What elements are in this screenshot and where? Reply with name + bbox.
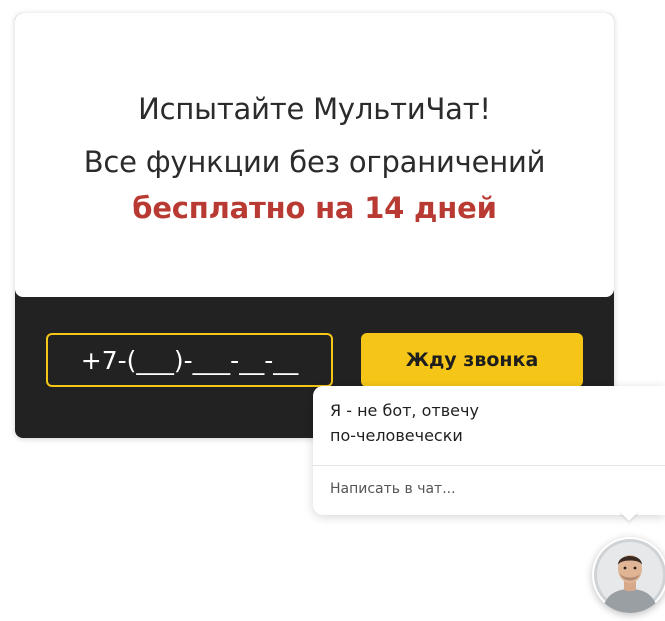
chat-reply-prompt[interactable]: Написать в чат... xyxy=(330,481,456,497)
promo-header: Испытайте МультиЧат! Все функции без огр… xyxy=(15,13,614,297)
chat-message-line-2: по-человечески xyxy=(330,426,463,445)
headline-line-1: Испытайте МультиЧат! xyxy=(138,92,491,126)
page: Испытайте МультиЧат! Все функции без огр… xyxy=(0,0,665,621)
chat-message: Я - не бот, отвечу по-человечески xyxy=(330,398,650,448)
operator-avatar-icon[interactable] xyxy=(592,537,665,613)
request-call-button[interactable]: Жду звонка xyxy=(361,333,583,387)
phone-input[interactable] xyxy=(46,333,333,387)
promo-card: Испытайте МультиЧат! Все функции без огр… xyxy=(15,13,614,438)
operator-avatar-image xyxy=(594,539,665,613)
chat-divider xyxy=(313,465,665,466)
chat-bubble-tail xyxy=(619,511,639,521)
headline-line-3: бесплатно на 14 дней xyxy=(132,191,497,225)
chat-bubble: Я - не бот, отвечу по-человечески Написа… xyxy=(313,386,665,515)
chat-message-line-1: Я - не бот, отвечу xyxy=(330,401,479,420)
headline-line-2: Все функции без ограничений xyxy=(83,145,546,179)
